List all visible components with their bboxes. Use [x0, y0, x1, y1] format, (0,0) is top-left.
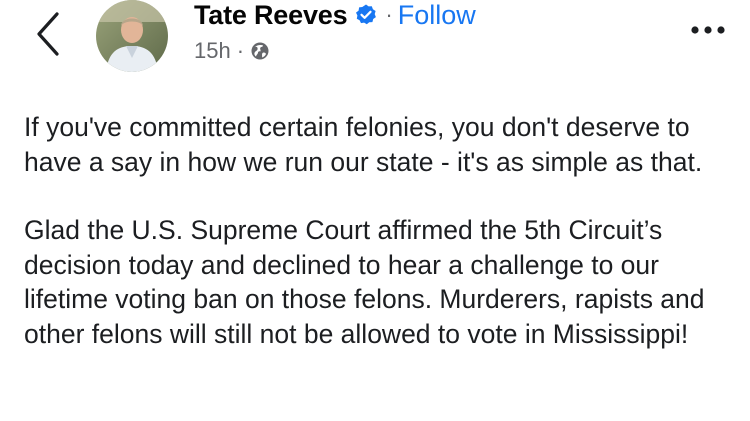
- more-options-icon: [691, 26, 725, 34]
- verified-badge-icon: [354, 3, 378, 27]
- name-separator: ·: [385, 2, 393, 27]
- timestamp[interactable]: 15h: [194, 38, 231, 64]
- globe-icon[interactable]: [250, 41, 270, 61]
- follow-button[interactable]: Follow: [398, 0, 476, 31]
- back-button[interactable]: [28, 8, 68, 60]
- author-photo: [96, 0, 168, 72]
- more-options-button[interactable]: [688, 20, 728, 40]
- author-name[interactable]: Tate Reeves: [194, 0, 348, 31]
- chevron-left-icon: [37, 12, 59, 56]
- post-paragraph: Glad the U.S. Supreme Court affirmed the…: [24, 215, 705, 349]
- post-header: Tate Reeves · Follow 15h ·: [0, 0, 750, 90]
- post-text: If you've committed certain felonies, yo…: [24, 110, 734, 351]
- post-paragraph: If you've committed certain felonies, yo…: [24, 112, 703, 177]
- avatar[interactable]: [96, 0, 168, 72]
- post-meta: 15h ·: [194, 38, 270, 64]
- meta-separator: ·: [236, 38, 245, 63]
